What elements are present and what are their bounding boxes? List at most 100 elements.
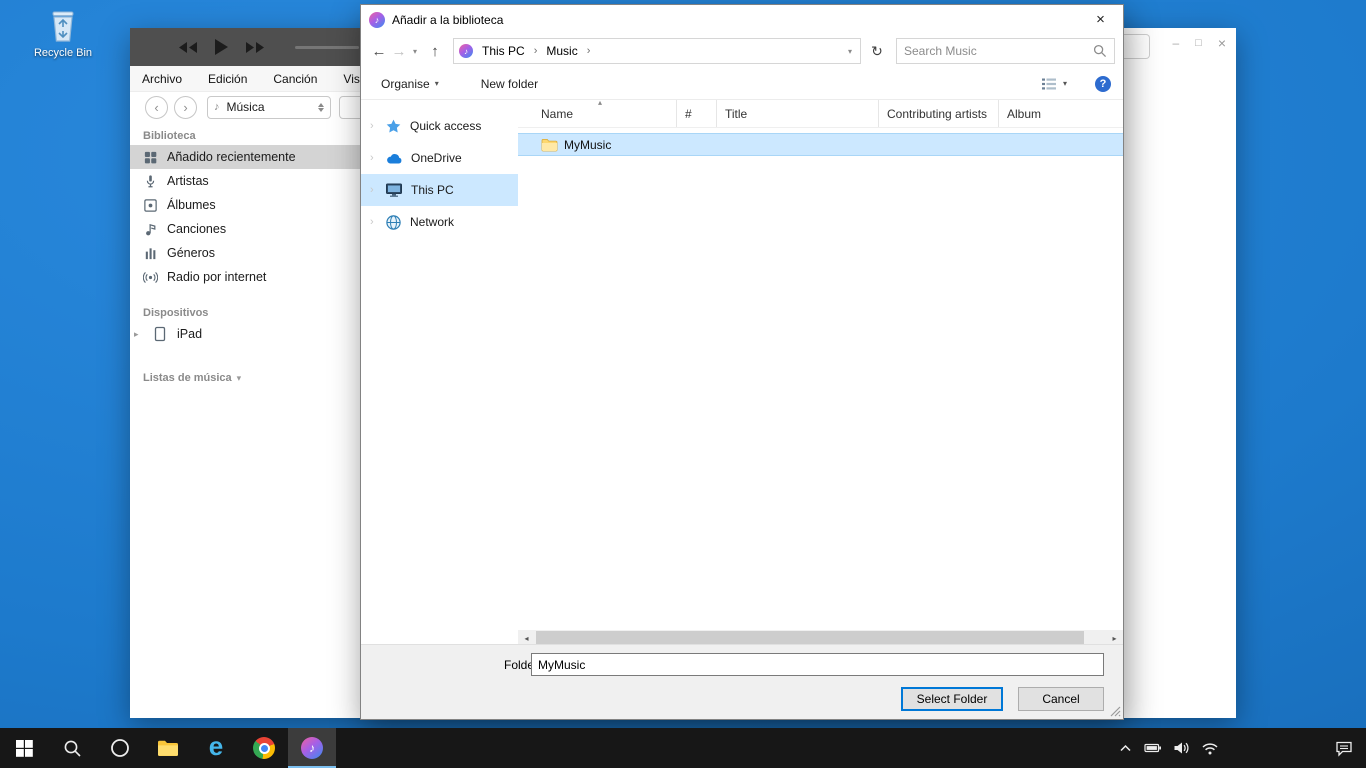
wifi-icon[interactable] (1201, 741, 1219, 756)
grid-icon (143, 150, 158, 165)
maximize-icon[interactable]: □ (1195, 37, 1202, 49)
onedrive-cloud-icon (385, 151, 403, 165)
up-button[interactable]: ↑ (425, 43, 445, 60)
help-button[interactable]: ? (1095, 76, 1111, 92)
chevron-right-icon[interactable]: › (370, 152, 374, 164)
radio-broadcast-icon (143, 270, 158, 285)
folder-icon (541, 138, 558, 152)
media-kind-dropdown[interactable]: ♪ Música (207, 96, 331, 119)
file-name: MyMusic (564, 138, 611, 152)
column-header-title[interactable]: Title (717, 100, 879, 127)
song-note-icon (143, 222, 158, 237)
chrome-button[interactable] (240, 728, 288, 768)
menu-cancion[interactable]: Canción (273, 72, 317, 86)
itunes-sidebar: Biblioteca Añadido recientemente Artista… (130, 122, 360, 718)
dialog-close-button[interactable]: × (1078, 5, 1123, 34)
back-button[interactable]: ← (369, 43, 389, 60)
sidebar-item-ipad[interactable]: ▸ iPad (130, 322, 360, 346)
itunes-back-button[interactable]: ‹ (145, 96, 168, 119)
refresh-button[interactable]: ↻ (864, 38, 890, 64)
chevron-right-icon[interactable]: › (370, 216, 374, 228)
sort-ascending-icon: ▴ (598, 98, 602, 107)
itunes-taskbar-button[interactable]: ♪ (288, 728, 336, 768)
scrollbar-thumb[interactable] (536, 631, 1084, 645)
search-input[interactable] (904, 44, 1093, 58)
search-box[interactable] (896, 38, 1115, 64)
breadcrumb-music[interactable]: Music (541, 44, 582, 58)
volume-slider[interactable] (295, 46, 359, 49)
chevron-right-icon[interactable]: › (370, 120, 374, 132)
chevron-down-icon: ▾ (435, 79, 439, 88)
recycle-bin[interactable]: Recycle Bin (30, 8, 96, 59)
sidebar-item-internet-radio[interactable]: Radio por internet (130, 265, 360, 289)
itunes-right-panel: – □ × (1124, 28, 1236, 718)
cancel-button[interactable]: Cancel (1018, 687, 1104, 711)
expander-icon[interactable]: ▸ (134, 329, 143, 340)
history-dropdown-icon[interactable]: ▾ (409, 47, 421, 56)
column-header-name[interactable]: ▴ Name (518, 100, 677, 127)
playlists-section-header[interactable]: Listas de música ▾ (130, 364, 360, 387)
fast-forward-icon[interactable] (245, 41, 265, 54)
folder-name-input[interactable] (531, 653, 1104, 676)
dialog-titlebar[interactable]: ♪ Añadir a la biblioteca (361, 5, 1123, 34)
nav-item-onedrive[interactable]: › OneDrive (361, 142, 518, 174)
minimize-icon[interactable]: – (1172, 36, 1179, 50)
file-explorer-button[interactable] (144, 728, 192, 768)
itunes-window-controls: – □ × (1172, 28, 1226, 58)
itunes-icon: ♪ (301, 737, 323, 759)
nav-item-this-pc[interactable]: › This PC (361, 174, 518, 206)
menu-edicion[interactable]: Edición (208, 72, 247, 86)
rewind-icon[interactable] (178, 41, 198, 54)
cortana-button[interactable] (96, 728, 144, 768)
genres-icon (143, 246, 158, 261)
view-dropdown-icon[interactable]: ▾ (1063, 79, 1067, 88)
sidebar-item-albums[interactable]: Álbumes (130, 193, 360, 217)
organise-button[interactable]: Organise ▾ (381, 77, 439, 91)
album-icon (143, 198, 158, 213)
dialog-command-bar: Organise ▾ New folder ▾ ? (361, 68, 1123, 100)
file-list: ▴ Name # Title Contributing artists Albu… (518, 100, 1123, 630)
internet-explorer-button[interactable]: e (192, 728, 240, 768)
address-dropdown-icon[interactable]: ▾ (848, 47, 855, 56)
recycle-bin-label: Recycle Bin (34, 47, 92, 59)
sidebar-item-genres[interactable]: Géneros (130, 241, 360, 265)
details-view-icon[interactable] (1041, 77, 1057, 91)
resize-grip[interactable] (1110, 706, 1121, 717)
column-header-number[interactable]: # (677, 100, 717, 127)
itunes-app-icon: ♪ (369, 12, 385, 28)
itunes-forward-button[interactable]: › (174, 96, 197, 119)
select-folder-button[interactable]: Select Folder (901, 687, 1003, 711)
tray-chevron-up-icon[interactable] (1118, 741, 1133, 756)
battery-icon[interactable] (1144, 740, 1162, 756)
new-folder-button[interactable]: New folder (481, 77, 538, 91)
dialog-title: Añadir a la biblioteca (392, 13, 503, 27)
breadcrumb-separator-icon: › (587, 45, 591, 57)
address-bar[interactable]: ♪ This PC › Music › ▾ (453, 38, 861, 64)
network-globe-icon (385, 214, 402, 231)
itunes-search-field-fragment[interactable] (1124, 34, 1150, 59)
sidebar-item-recently-added[interactable]: Añadido recientemente (130, 145, 360, 169)
nav-item-quick-access[interactable]: › Quick access (361, 110, 518, 142)
file-list-header: ▴ Name # Title Contributing artists Albu… (518, 100, 1123, 128)
action-center-button[interactable] (1335, 740, 1353, 757)
column-header-contributing-artists[interactable]: Contributing artists (879, 100, 999, 127)
volume-icon[interactable] (1173, 740, 1190, 756)
breadcrumb-this-pc[interactable]: This PC (477, 44, 530, 58)
dialog-navigation-bar: ← → ▾ ↑ ♪ This PC › Music › ▾ ↻ (361, 34, 1123, 68)
microphone-icon (143, 174, 158, 189)
nav-item-network[interactable]: › Network (361, 206, 518, 238)
taskbar-search-button[interactable] (48, 728, 96, 768)
play-icon[interactable] (214, 38, 229, 56)
file-row-mymusic[interactable]: MyMusic (518, 133, 1123, 156)
menu-archivo[interactable]: Archivo (142, 72, 182, 86)
forward-button[interactable]: → (389, 43, 409, 60)
start-button[interactable] (0, 728, 48, 768)
chevron-right-icon[interactable]: › (370, 184, 374, 196)
column-header-album[interactable]: Album (999, 100, 1123, 127)
ipad-icon (152, 326, 168, 342)
sidebar-item-artists[interactable]: Artistas (130, 169, 360, 193)
add-to-library-dialog: ♪ Añadir a la biblioteca × ← → ▾ ↑ ♪ Thi… (360, 4, 1124, 720)
cortana-circle-icon (110, 738, 130, 758)
sidebar-item-songs[interactable]: Canciones (130, 217, 360, 241)
close-icon[interactable]: × (1218, 35, 1226, 51)
